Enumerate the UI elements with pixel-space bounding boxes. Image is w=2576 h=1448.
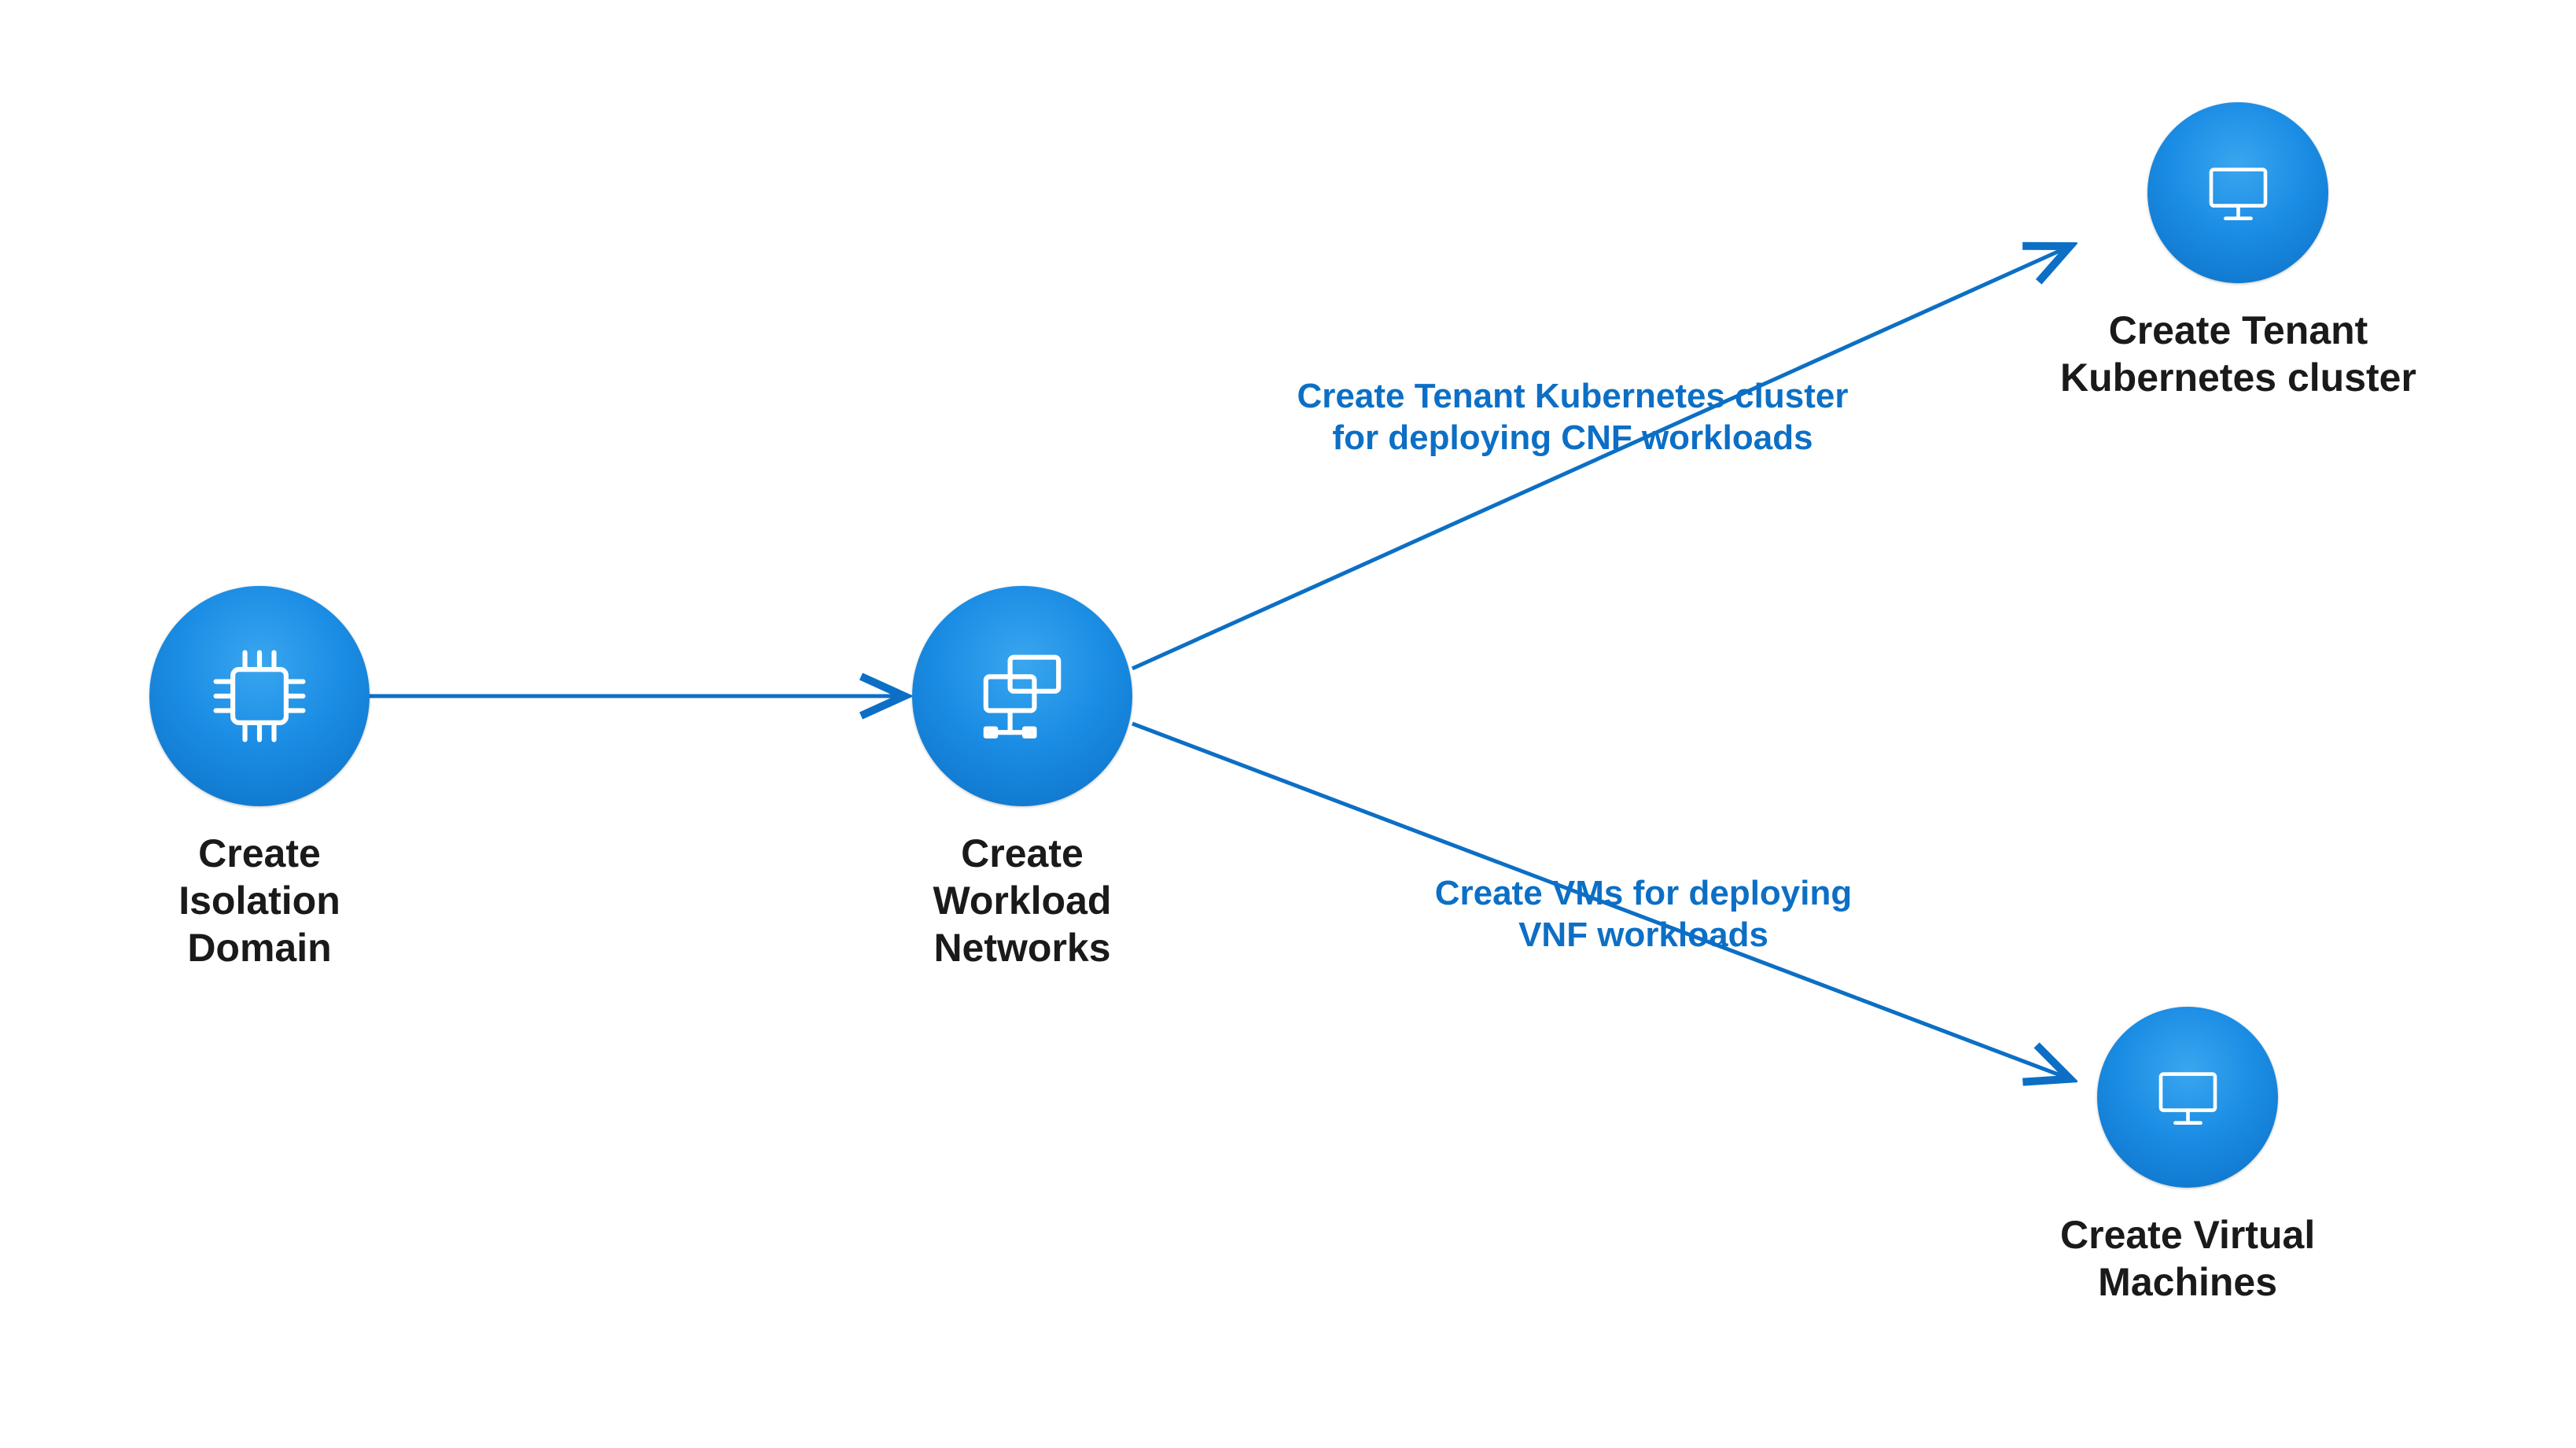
node-workload-networks: Create Workload Networks [912, 586, 1132, 971]
diagram-canvas: Create Isolation Domain Create Workload … [0, 0, 2576, 1448]
workload-networks-label: Create Workload Networks [933, 830, 1112, 971]
monitor-icon [2143, 1052, 2233, 1143]
kubernetes-cluster-circle [2147, 102, 2328, 283]
networked-monitors-icon [962, 636, 1083, 757]
virtual-machines-label: Create Virtual Machines [2060, 1211, 2315, 1306]
node-kubernetes-cluster: Create Tenant Kubernetes cluster [2060, 102, 2416, 401]
node-virtual-machines: Create Virtual Machines [2060, 1007, 2315, 1306]
isolation-domain-label: Create Isolation Domain [178, 830, 340, 971]
monitor-icon [2193, 148, 2283, 238]
chip-icon [199, 636, 320, 757]
workload-networks-circle [912, 586, 1132, 806]
isolation-domain-circle [149, 586, 370, 806]
kubernetes-cluster-label: Create Tenant Kubernetes cluster [2060, 307, 2416, 401]
edge-label-workload-to-vm: Create VMs for deploying VNF workloads [1368, 873, 1919, 956]
virtual-machines-circle [2097, 1007, 2278, 1188]
node-isolation-domain: Create Isolation Domain [149, 586, 370, 971]
edge-label-workload-to-kube: Create Tenant Kubernetes cluster for dep… [1250, 376, 1895, 459]
